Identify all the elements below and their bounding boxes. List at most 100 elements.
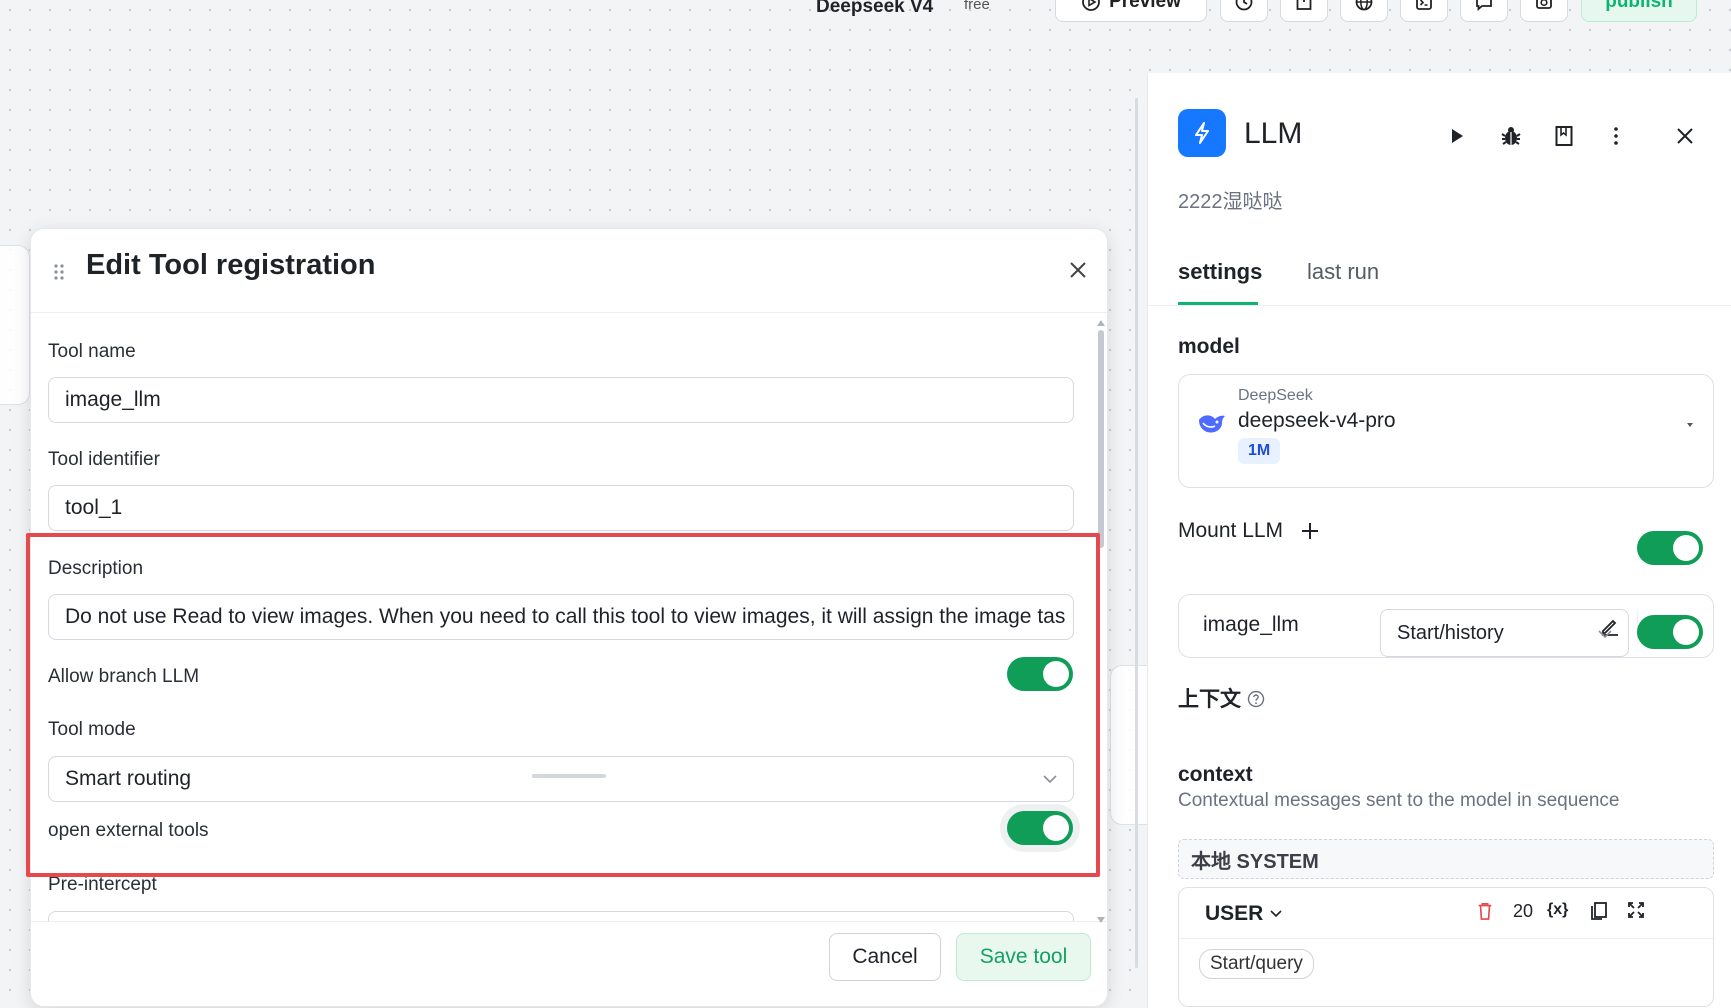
chat-button[interactable] bbox=[1460, 0, 1508, 22]
tool-identifier-label: Tool identifier bbox=[48, 449, 160, 470]
panel-close-button[interactable] bbox=[1672, 123, 1698, 149]
mount-llm-toggle[interactable] bbox=[1637, 531, 1703, 565]
close-icon[interactable] bbox=[1067, 259, 1089, 281]
tool-identifier-input[interactable]: tool_1 bbox=[48, 485, 1074, 531]
close-icon bbox=[1677, 128, 1693, 144]
history-icon bbox=[1235, 0, 1253, 11]
tab-settings[interactable]: settings bbox=[1178, 259, 1262, 285]
canvas-node bbox=[0, 245, 30, 405]
context-description: Contextual messages sent to the model in… bbox=[1178, 790, 1620, 811]
modal-resize-handle[interactable] bbox=[532, 774, 606, 778]
llm-settings-panel: LLM 2222湿哒哒 settings last run model Deep… bbox=[1147, 73, 1731, 1008]
app-title: Deepseek V4 bbox=[816, 0, 934, 17]
globe-icon bbox=[1355, 0, 1373, 11]
chevron-down-icon bbox=[1043, 775, 1057, 784]
description-input[interactable]: Do not use Read to view images. When you… bbox=[48, 594, 1074, 640]
bug-icon bbox=[1501, 127, 1521, 145]
modal-title: Edit Tool registration bbox=[86, 249, 376, 281]
run-button[interactable] bbox=[1444, 123, 1470, 149]
allow-branch-toggle[interactable] bbox=[1007, 657, 1073, 691]
play-icon bbox=[1452, 129, 1463, 143]
delete-icon[interactable] bbox=[1476, 901, 1494, 921]
tool-mode-label: Tool mode bbox=[48, 719, 136, 740]
user-card-divider bbox=[1179, 938, 1713, 939]
context-source-select[interactable]: Start/history bbox=[1380, 609, 1629, 657]
pre-intercept-label: Pre-intercept bbox=[48, 874, 157, 895]
debug-button[interactable] bbox=[1498, 123, 1524, 149]
token-count: 20 bbox=[1513, 901, 1534, 921]
modal-body: Tool name image_llm Tool identifier tool… bbox=[31, 313, 1107, 921]
notes-button[interactable] bbox=[1551, 123, 1577, 149]
context-size-badge: 1M bbox=[1238, 438, 1281, 464]
panel-subtitle: 2222湿哒哒 bbox=[1178, 191, 1283, 213]
drag-handle-icon[interactable] bbox=[51, 262, 67, 282]
chevron-down-icon bbox=[1598, 630, 1612, 639]
publish-button[interactable]: publish bbox=[1581, 0, 1697, 22]
caret-down-icon bbox=[1687, 423, 1693, 427]
user-role-selector[interactable]: USER bbox=[1205, 902, 1283, 926]
copy-icon[interactable] bbox=[1590, 901, 1608, 921]
context-label: context bbox=[1178, 763, 1253, 786]
preview-label: Preview bbox=[1109, 0, 1181, 12]
scroll-down-arrow[interactable] bbox=[1097, 917, 1105, 923]
top-toolbar: Deepseek V4 free Preview publish bbox=[0, 0, 1731, 22]
add-icon[interactable] bbox=[1298, 519, 1322, 543]
tool-mode-value: Smart routing bbox=[65, 767, 192, 790]
globe-button[interactable] bbox=[1340, 0, 1388, 22]
user-role-label: USER bbox=[1205, 902, 1264, 925]
tabs-divider bbox=[1148, 305, 1731, 306]
book-icon bbox=[1555, 126, 1573, 146]
export-button[interactable] bbox=[1280, 0, 1328, 22]
context-cn-label: 上下文 bbox=[1178, 683, 1265, 713]
model-section-label: model bbox=[1178, 335, 1240, 358]
panel-title: LLM bbox=[1244, 117, 1303, 150]
open-external-label: open external tools bbox=[48, 820, 209, 841]
allow-branch-label: Allow branch LLM bbox=[48, 666, 200, 687]
save-tool-button[interactable]: Save tool bbox=[956, 933, 1091, 981]
model-selector[interactable]: DeepSeek deepseek-v4-pro 1M bbox=[1178, 374, 1714, 488]
chevron-down-icon bbox=[1270, 910, 1282, 918]
terminal-icon bbox=[1416, 0, 1432, 10]
lightning-icon bbox=[1195, 122, 1209, 144]
variable-chip[interactable]: Start/query bbox=[1199, 949, 1314, 979]
export-icon bbox=[1296, 0, 1312, 10]
chat-icon bbox=[1476, 0, 1492, 11]
cancel-button[interactable]: Cancel bbox=[829, 933, 941, 981]
system-prompt-block[interactable]: 本地 SYSTEM bbox=[1178, 839, 1714, 879]
help-icon[interactable] bbox=[1247, 690, 1265, 708]
tool-mode-select[interactable]: Smart routing bbox=[48, 756, 1074, 802]
history-button[interactable] bbox=[1220, 0, 1268, 22]
more-button[interactable] bbox=[1603, 123, 1629, 149]
camera-icon bbox=[1536, 0, 1552, 9]
open-external-toggle[interactable] bbox=[1007, 811, 1073, 845]
modal-header: Edit Tool registration bbox=[31, 229, 1107, 313]
play-circle-icon bbox=[1082, 0, 1100, 11]
tool-name-input[interactable]: image_llm bbox=[48, 377, 1074, 423]
variable-insert-icon[interactable]: {x} bbox=[1547, 901, 1568, 919]
deepseek-logo-icon bbox=[1199, 415, 1225, 433]
context-toggle[interactable] bbox=[1637, 615, 1703, 649]
context-cn-text: 上下文 bbox=[1178, 688, 1241, 711]
scroll-up-arrow[interactable] bbox=[1097, 320, 1105, 326]
pre-intercept-input[interactable] bbox=[48, 911, 1074, 921]
plan-badge: free bbox=[964, 0, 990, 13]
model-provider: DeepSeek bbox=[1238, 387, 1313, 404]
tab-last-run[interactable]: last run bbox=[1307, 259, 1379, 285]
modal-footer: Cancel Save tool bbox=[31, 921, 1107, 1006]
console-button[interactable] bbox=[1400, 0, 1448, 22]
model-name: deepseek-v4-pro bbox=[1238, 409, 1396, 432]
snapshot-button[interactable] bbox=[1520, 0, 1568, 22]
expand-icon[interactable] bbox=[1627, 901, 1645, 919]
tool-name-label: Tool name bbox=[48, 341, 136, 362]
more-vertical-icon bbox=[1614, 127, 1618, 145]
modal-scrollbar[interactable] bbox=[1098, 330, 1104, 548]
llm-node-icon bbox=[1178, 109, 1226, 157]
preview-button[interactable]: Preview bbox=[1055, 0, 1207, 22]
panel-resize-handle[interactable] bbox=[1135, 98, 1138, 968]
edit-tool-modal: Edit Tool registration Tool name image_l… bbox=[30, 228, 1108, 1007]
mount-llm-label: Mount LLM bbox=[1178, 519, 1284, 542]
description-label: Description bbox=[48, 558, 144, 579]
user-prompt-card: USER 20 {x} Start/query bbox=[1178, 887, 1714, 1007]
context-source-value: Start/history bbox=[1397, 621, 1504, 644]
mounted-tool-name: image_llm bbox=[1203, 613, 1299, 636]
